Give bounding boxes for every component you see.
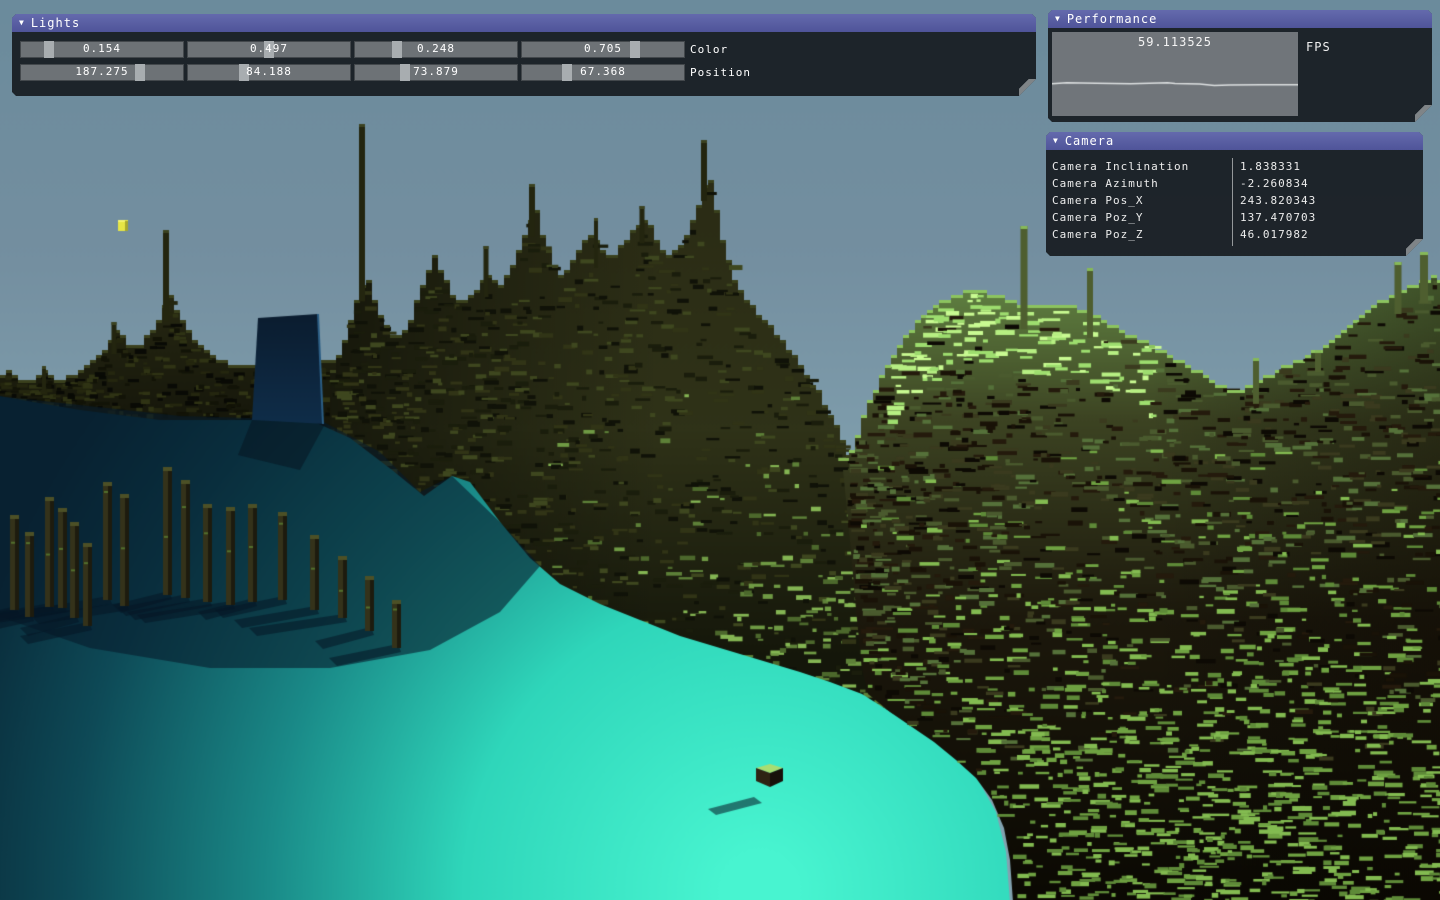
fps-value: 59.113525: [1052, 35, 1298, 49]
slider-color-2[interactable]: 0.497: [187, 41, 351, 58]
camera-row: Camera Poz_Z 46.017982: [1052, 226, 1417, 243]
slider-position-3[interactable]: 73.879: [354, 64, 518, 81]
slider-color-1[interactable]: 0.154: [20, 41, 184, 58]
panel-lights-titlebar[interactable]: ▼ Lights: [12, 14, 1036, 32]
collapse-triangle-icon[interactable]: ▼: [19, 19, 25, 27]
camera-row-label: Camera Poz_Z: [1052, 226, 1143, 243]
panel-performance-titlebar[interactable]: ▼ Performance: [1048, 10, 1432, 28]
camera-row-label: Camera Pos_X: [1052, 192, 1143, 209]
fps-graph: 59.113525: [1052, 32, 1298, 116]
panel-title: Camera: [1065, 134, 1114, 148]
fps-label: FPS: [1306, 40, 1331, 54]
camera-row: Camera Pos_X 243.820343: [1052, 192, 1417, 209]
slider-position-1[interactable]: 187.275: [20, 64, 184, 81]
slider-value: 0.248: [354, 42, 518, 55]
slider-value: 0.154: [20, 42, 184, 55]
camera-row-label: Camera Azimuth: [1052, 175, 1159, 192]
camera-row: Camera Inclination 1.838331: [1052, 158, 1417, 175]
slider-row-label-color: Color: [690, 41, 728, 58]
camera-row: Camera Poz_Y 137.470703: [1052, 209, 1417, 226]
slider-value: 0.705: [521, 42, 685, 55]
camera-row: Camera Azimuth -2.260834: [1052, 175, 1417, 192]
slider-value: 67.368: [521, 65, 685, 78]
camera-row-label: Camera Inclination: [1052, 158, 1189, 175]
camera-row-value: -2.260834: [1240, 175, 1309, 192]
slider-position-4[interactable]: 67.368: [521, 64, 685, 81]
camera-row-value: 1.838331: [1240, 158, 1301, 175]
panel-title: Performance: [1067, 12, 1157, 26]
camera-row-value: 243.820343: [1240, 192, 1316, 209]
slider-color-3[interactable]: 0.248: [354, 41, 518, 58]
slider-value: 84.188: [187, 65, 351, 78]
panel-camera-titlebar[interactable]: ▼ Camera: [1046, 132, 1423, 150]
collapse-triangle-icon[interactable]: ▼: [1055, 15, 1061, 23]
panel-lights: ▼ Lights 0.154 0.497 0.248 0.705 Color 1…: [12, 14, 1036, 96]
slider-position-2[interactable]: 84.188: [187, 64, 351, 81]
camera-row-value: 46.017982: [1240, 226, 1309, 243]
panel-title: Lights: [31, 16, 80, 30]
slider-value: 73.879: [354, 65, 518, 78]
collapse-triangle-icon[interactable]: ▼: [1053, 137, 1059, 145]
slider-value: 187.275: [20, 65, 184, 78]
slider-row-label-position: Position: [690, 64, 751, 81]
camera-row-label: Camera Poz_Y: [1052, 209, 1143, 226]
slider-color-4[interactable]: 0.705: [521, 41, 685, 58]
app-window: ▼ Lights 0.154 0.497 0.248 0.705 Color 1…: [0, 0, 1440, 900]
panel-performance: ▼ Performance 59.113525 FPS: [1048, 10, 1432, 122]
slider-value: 0.497: [187, 42, 351, 55]
panel-camera: ▼ Camera Camera Inclination 1.838331 Cam…: [1046, 132, 1423, 256]
camera-row-value: 137.470703: [1240, 209, 1316, 226]
